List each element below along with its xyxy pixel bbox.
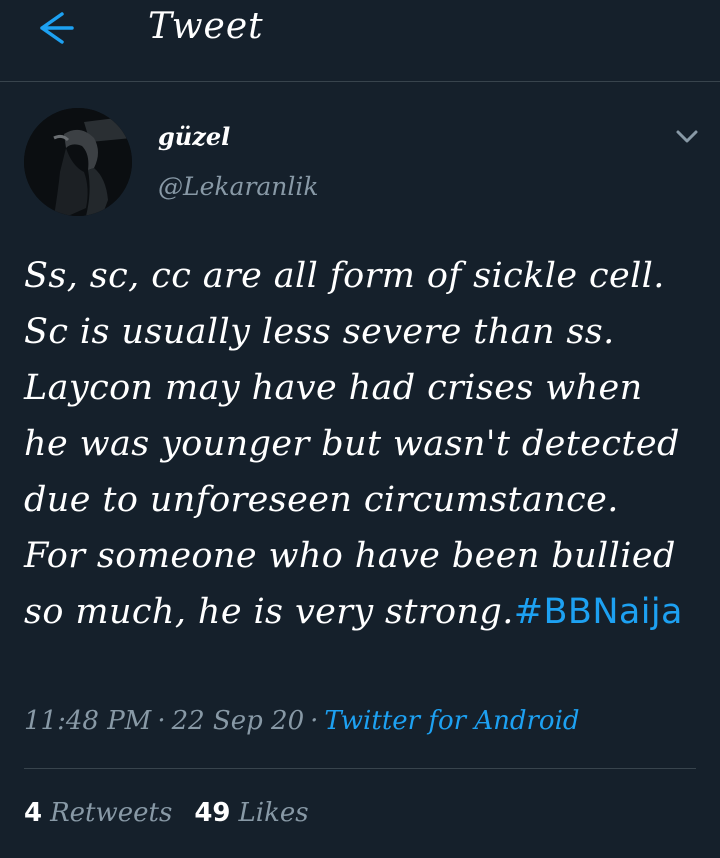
tweet-source-link[interactable]: Twitter for Android xyxy=(324,706,579,736)
top-bar: Tweet xyxy=(0,0,720,82)
avatar[interactable] xyxy=(24,108,132,216)
arrow-left-icon xyxy=(40,12,74,44)
tweet-meta: 11:48 PM · 22 Sep 20 · Twitter for Android xyxy=(24,706,580,736)
tweet-date: 22 Sep 20 xyxy=(171,706,305,736)
retweets-count: 4 xyxy=(24,798,43,828)
tweet-time: 11:48 PM xyxy=(24,706,152,736)
author-display-name[interactable]: güzel xyxy=(158,122,230,151)
chevron-down-icon xyxy=(676,130,698,143)
tweet-stats: 4 Retweets 49 Likes xyxy=(24,798,309,828)
divider xyxy=(24,768,696,769)
likes-count: 49 xyxy=(194,798,231,828)
meta-separator: · xyxy=(310,706,319,736)
retweets-label: Retweets xyxy=(50,798,173,828)
likes-stat[interactable]: 49 Likes xyxy=(194,798,308,828)
page-title: Tweet xyxy=(148,6,264,47)
tweet-text: Ss, sc, cc are all form of sickle cell. … xyxy=(24,248,692,640)
meta-separator: · xyxy=(157,706,166,736)
likes-label: Likes xyxy=(238,798,309,828)
tweet-detail-screen: Tweet güzel @Lekaranlik Ss, sc, cc are a… xyxy=(0,0,720,858)
tweet-text-content: Ss, sc, cc are all form of sickle cell. … xyxy=(24,256,692,632)
retweets-stat[interactable]: 4 Retweets xyxy=(24,798,172,828)
hashtag-link[interactable]: #BBNaija xyxy=(514,592,683,632)
back-button[interactable] xyxy=(28,8,84,48)
avatar-image xyxy=(24,108,132,216)
author-handle[interactable]: @Lekaranlik xyxy=(158,172,319,201)
tweet-menu-button[interactable] xyxy=(670,124,704,150)
